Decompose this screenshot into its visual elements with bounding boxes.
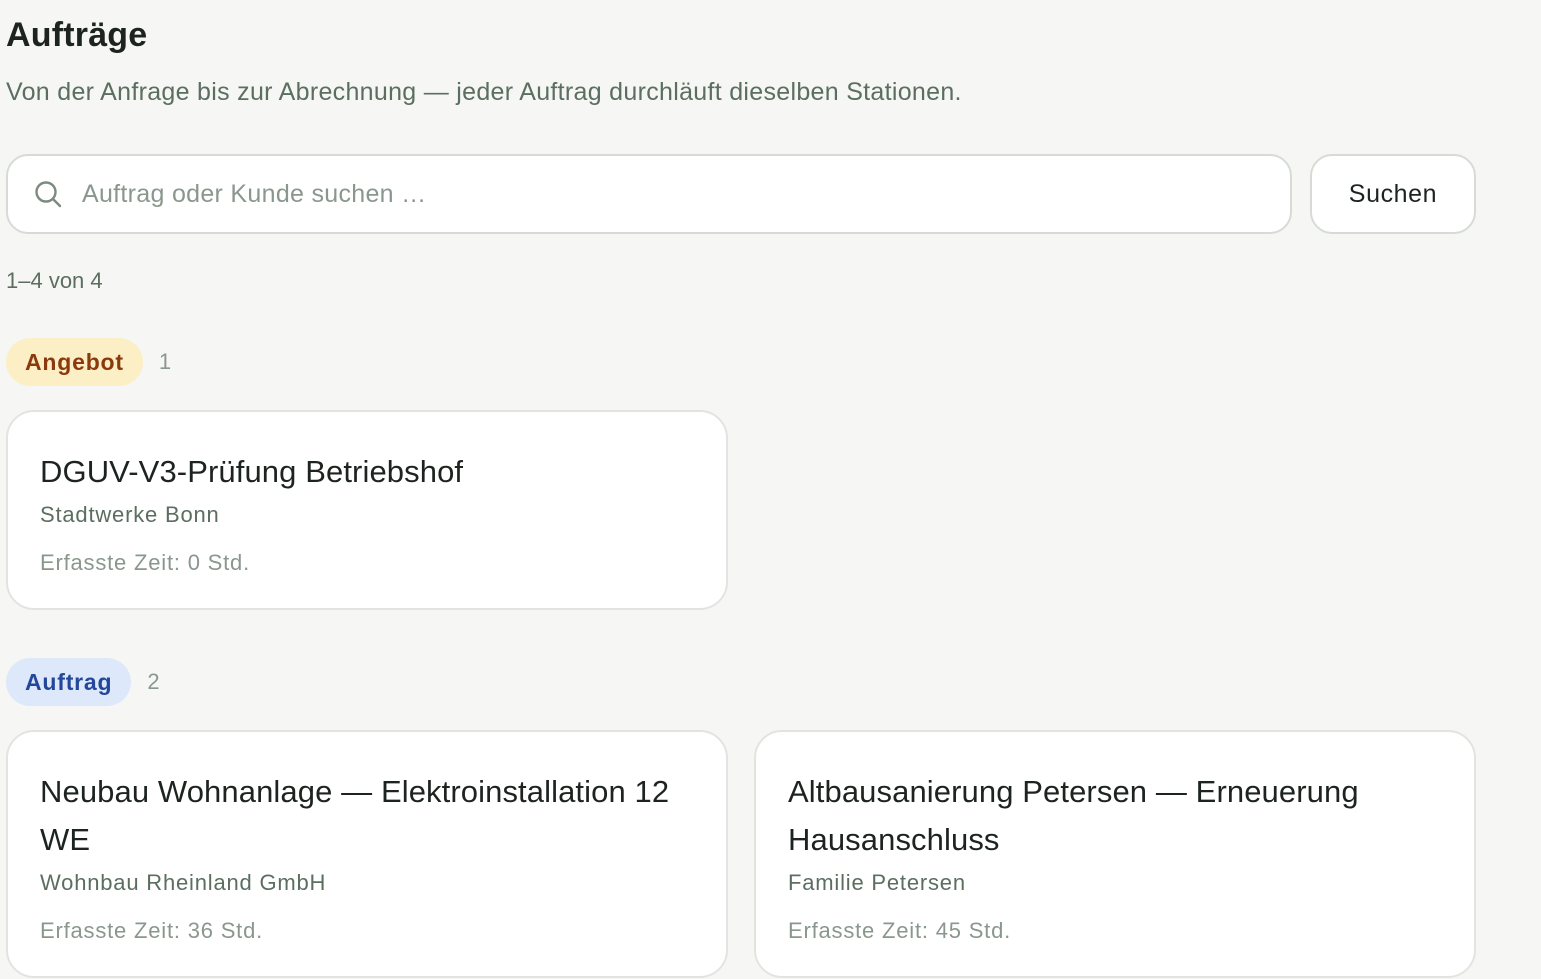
search-icon [32, 178, 64, 210]
order-card[interactable]: Altbausanierung Petersen — Erneuerung Ha… [754, 730, 1476, 978]
order-title: DGUV-V3-Prüfung Betriebshof [40, 454, 464, 489]
group-count: 2 [147, 669, 160, 694]
order-customer: Familie Petersen [788, 870, 966, 895]
search-input[interactable] [82, 179, 1232, 209]
order-card[interactable]: Neubau Wohnanlage — Elektroinstallation … [6, 730, 728, 978]
search-field[interactable] [6, 154, 1292, 234]
order-time: Erfasste Zeit: 45 Std. [788, 918, 1012, 943]
group-count: 1 [158, 349, 172, 374]
status-badge-angebot: Angebot [6, 338, 143, 386]
result-count: 1–4 von 4 [6, 268, 103, 293]
order-title: Altbausanierung Petersen — Erneuerung Ha… [788, 774, 1359, 857]
search-button[interactable]: Suchen [1310, 154, 1476, 234]
search-bar: Suchen [6, 154, 1476, 234]
page-title: Aufträge [6, 16, 148, 54]
order-customer: Stadtwerke Bonn [40, 502, 220, 527]
order-card[interactable]: DGUV-V3-Prüfung Betriebshof Stadtwerke B… [6, 410, 728, 610]
orders-page: Aufträge Von der Anfrage bis zur Abrechn… [0, 0, 1541, 979]
order-title: Neubau Wohnanlage — Elektroinstallation … [40, 774, 670, 857]
order-time: Erfasste Zeit: 0 Std. [40, 550, 250, 575]
group-header-auftrag: Auftrag 2 [6, 658, 160, 706]
order-customer: Wohnbau Rheinland GmbH [40, 870, 327, 895]
page-subtitle: Von der Anfrage bis zur Abrechnung — jed… [6, 78, 962, 106]
status-badge-auftrag: Auftrag [6, 658, 132, 706]
order-time: Erfasste Zeit: 36 Std. [40, 918, 264, 943]
group-header-angebot: Angebot 1 [6, 338, 171, 386]
